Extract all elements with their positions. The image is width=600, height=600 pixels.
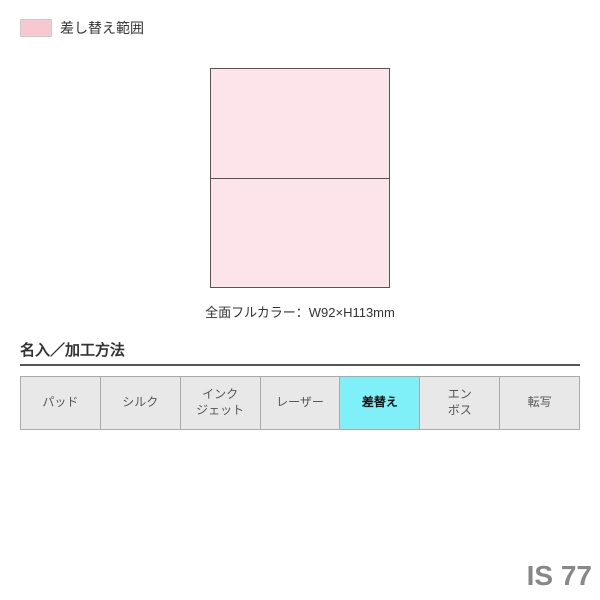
page-wrapper: 差し替え範囲 全面フルカラー：W92×H113mm 名入／加工方法 パッド シル… [0,0,600,600]
card-dimension: 全面フルカラー：W92×H113mm [205,302,395,321]
is77-badge: IS 77 [527,560,592,592]
tab-pad[interactable]: パッド [21,377,101,429]
section-title: 名入／加工方法 [20,339,580,366]
tab-sashikae[interactable]: 差替え [340,377,420,429]
card-top [211,69,389,179]
tab-laser[interactable]: レーザー [261,377,341,429]
legend-row: 差し替え範囲 [20,18,580,38]
card-diagram [210,68,390,288]
tab-silk[interactable]: シルク [101,377,181,429]
legend-swatch [20,19,52,37]
card-area: 全面フルカラー：W92×H113mm [20,68,580,321]
card-bottom [211,179,389,288]
tab-inkjet[interactable]: インクジェット [181,377,261,429]
tabs-row: パッド シルク インクジェット レーザー 差替え エンボス 転写 [20,376,580,430]
legend-label: 差し替え範囲 [60,18,144,38]
tab-transfer[interactable]: 転写 [500,377,579,429]
tab-emboss[interactable]: エンボス [420,377,500,429]
